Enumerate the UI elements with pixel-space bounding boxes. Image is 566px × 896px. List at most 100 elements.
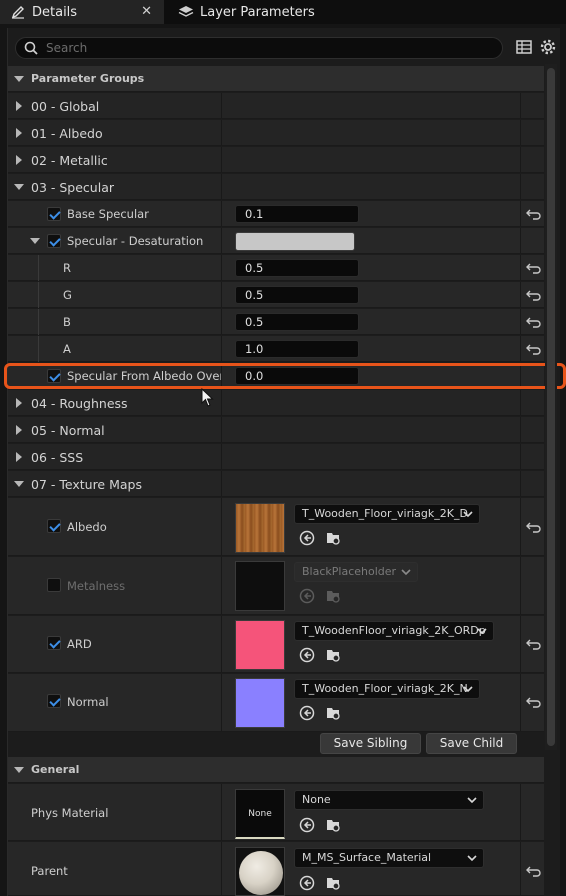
metalness-texture-dropdown[interactable]: BlackPlaceholder (294, 562, 418, 582)
b-value[interactable]: 0.5 (235, 313, 359, 331)
g-label: G (63, 288, 72, 302)
find-in-browser-icon[interactable] (325, 875, 341, 891)
browse-arrow-icon[interactable] (299, 530, 315, 546)
param-r: R 0.5 (8, 255, 544, 281)
find-in-browser-icon[interactable] (325, 647, 341, 663)
albedo-texture-dropdown[interactable]: T_Wooden_Floor_viriagk_2K_D (294, 504, 480, 524)
search-bar[interactable] (15, 37, 503, 59)
search-input[interactable] (46, 40, 486, 56)
parameter-groups-label: Parameter Groups (31, 72, 145, 85)
metalness-checkbox[interactable] (47, 578, 61, 592)
chevron-down-icon (467, 855, 477, 862)
base-specular-value[interactable]: 0.1 (235, 205, 359, 223)
chevron-down-icon (463, 686, 473, 693)
group-global[interactable]: 00 - Global (8, 93, 544, 119)
table-view-icon[interactable] (515, 38, 533, 56)
group-normal-label: 05 - Normal (31, 423, 105, 438)
group-texture-maps[interactable]: 07 - Texture Maps (8, 471, 544, 497)
metalness-texture-name: BlackPlaceholder (302, 565, 397, 578)
a-value[interactable]: 1.0 (235, 340, 359, 358)
tab-layer-parameters-label: Layer Parameters (200, 4, 315, 20)
normal-texture-thumbnail[interactable] (235, 678, 285, 728)
ard-label: ARD (67, 637, 92, 651)
expand-arrow-icon (16, 101, 22, 111)
b-label: B (63, 315, 71, 329)
parent-material-thumbnail[interactable] (235, 847, 285, 896)
metalness-texture-thumbnail[interactable] (235, 561, 285, 611)
group-sss[interactable]: 06 - SSS (8, 444, 544, 470)
base-specular-checkbox[interactable] (47, 207, 61, 221)
specular-from-albedo-label: Specular From Albedo Override (67, 369, 221, 383)
desaturation-checkbox[interactable] (47, 234, 61, 248)
general-header[interactable]: General (8, 757, 544, 783)
reset-arrow-icon[interactable] (526, 315, 542, 329)
close-icon[interactable]: ✕ (141, 4, 152, 19)
general-label: General (31, 763, 80, 776)
parent-row: Parent M_MS_Surface_Material (8, 842, 544, 896)
browse-arrow-icon[interactable] (299, 875, 315, 891)
g-value[interactable]: 0.5 (235, 286, 359, 304)
ard-texture-thumbnail[interactable] (235, 620, 285, 670)
reset-arrow-icon[interactable] (526, 288, 542, 302)
reset-arrow-icon[interactable] (526, 864, 542, 878)
phys-material-label: Phys Material (31, 806, 109, 820)
parent-label: Parent (31, 864, 68, 878)
save-sibling-button[interactable]: Save Sibling (320, 733, 421, 754)
group-metallic[interactable]: 02 - Metallic (8, 147, 544, 173)
desaturation-color-swatch[interactable] (235, 232, 355, 251)
tab-bar: Details ✕ Layer Parameters (0, 0, 566, 24)
chevron-down-icon (467, 797, 477, 804)
tab-layer-parameters[interactable]: Layer Parameters (168, 0, 328, 24)
group-normal[interactable]: 05 - Normal (8, 417, 544, 443)
browse-arrow-icon[interactable] (299, 647, 315, 663)
collapse-arrow-icon[interactable] (30, 238, 40, 244)
reset-arrow-icon[interactable] (526, 637, 542, 651)
ard-texture-dropdown[interactable]: T_WoodenFloor_viriagk_2K_ORDp (294, 621, 494, 641)
tab-details-label: Details (32, 4, 78, 20)
group-metallic-label: 02 - Metallic (31, 153, 108, 168)
group-texture-maps-label: 07 - Texture Maps (31, 477, 142, 492)
browse-arrow-icon[interactable] (299, 705, 315, 721)
group-roughness[interactable]: 04 - Roughness (8, 390, 544, 416)
base-specular-label: Base Specular (67, 207, 149, 221)
group-roughness-label: 04 - Roughness (31, 396, 128, 411)
specular-from-albedo-checkbox[interactable] (47, 369, 61, 383)
phys-material-thumbnail[interactable]: None (235, 789, 285, 839)
parent-dropdown[interactable]: M_MS_Surface_Material (294, 848, 484, 868)
reset-arrow-icon[interactable] (526, 207, 542, 221)
normal-checkbox[interactable] (47, 694, 61, 708)
find-in-browser-icon[interactable] (325, 705, 341, 721)
find-in-browser-icon[interactable] (325, 530, 341, 546)
albedo-checkbox[interactable] (47, 519, 61, 533)
reset-arrow-icon[interactable] (526, 520, 542, 534)
find-in-browser-icon[interactable] (325, 817, 341, 833)
group-specular[interactable]: 03 - Specular (8, 174, 544, 200)
parameter-groups-header[interactable]: Parameter Groups (8, 66, 544, 92)
scrollbar-thumb[interactable] (547, 68, 555, 746)
save-child-button[interactable]: Save Child (426, 733, 517, 754)
chevron-down-icon (463, 511, 473, 518)
normal-texture-dropdown[interactable]: T_Wooden_Floor_viriagk_2K_N (294, 679, 480, 699)
collapse-arrow-icon (14, 184, 24, 190)
r-value[interactable]: 0.5 (235, 259, 359, 277)
reset-arrow-icon[interactable] (526, 342, 542, 356)
reset-arrow-icon[interactable] (526, 695, 542, 709)
albedo-texture-thumbnail[interactable] (235, 503, 285, 553)
ard-checkbox[interactable] (47, 636, 61, 650)
mouse-cursor-icon (201, 388, 214, 407)
tab-details[interactable]: Details ✕ (0, 0, 164, 24)
a-label: A (63, 342, 71, 356)
phys-material-dropdown[interactable]: None (294, 790, 484, 810)
specular-from-albedo-value[interactable]: 0.0 (235, 367, 359, 385)
reset-arrow-icon[interactable] (526, 261, 542, 275)
browse-arrow-icon (299, 588, 315, 604)
albedo-texture-name: T_Wooden_Floor_viriagk_2K_D (302, 507, 468, 520)
settings-gear-icon[interactable] (539, 38, 557, 56)
group-sss-label: 06 - SSS (31, 450, 84, 465)
albedo-label: Albedo (67, 520, 107, 534)
param-g: G 0.5 (8, 282, 544, 308)
chevron-down-icon (477, 628, 487, 635)
group-albedo[interactable]: 01 - Albedo (8, 120, 544, 146)
browse-arrow-icon[interactable] (299, 817, 315, 833)
search-icon (24, 41, 38, 55)
